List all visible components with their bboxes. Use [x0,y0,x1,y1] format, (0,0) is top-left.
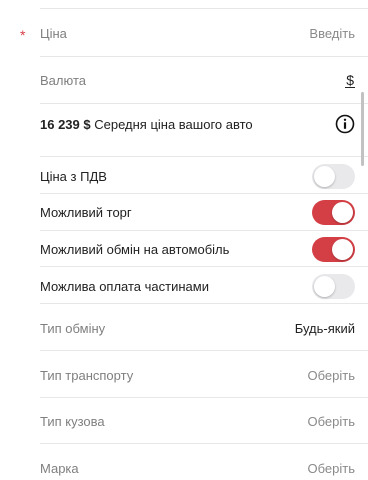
brand-row[interactable]: Марка Оберіть [40,457,355,479]
transport-type-row[interactable]: Тип транспорту Оберіть [40,364,355,386]
brand-value[interactable]: Оберіть [308,461,356,476]
brand-label: Марка [40,460,79,476]
toggle-knob [314,165,335,187]
required-asterisk: * [20,27,26,43]
price-input[interactable]: Введіть [309,26,355,41]
divider [40,266,368,267]
car-exchange-toggle[interactable] [312,236,355,262]
toggle-knob [314,275,335,297]
toggle-knob [332,238,353,260]
installments-toggle[interactable] [312,273,355,299]
average-price: 16 239 $ Середня ціна вашого авто [40,117,253,132]
divider [40,56,368,57]
divider [40,443,368,444]
divider [40,230,368,231]
installments-label: Можлива оплата частинами [40,278,209,294]
exchange-type-label: Тип обміну [40,320,106,336]
divider [40,103,368,104]
body-type-label: Тип кузова [40,413,105,429]
toggle-knob [332,201,353,223]
body-type-row[interactable]: Тип кузова Оберіть [40,410,355,432]
divider [40,397,368,398]
info-icon[interactable] [335,114,355,134]
currency-selector[interactable]: $ [345,73,355,88]
vat-label: Ціна з ПДВ [40,168,107,184]
bargain-toggle[interactable] [312,199,355,225]
exchange-type-value[interactable]: Будь-який [295,321,355,336]
average-price-row: 16 239 $ Середня ціна вашого авто [40,113,355,135]
divider [40,350,368,351]
car-exchange-row: Можливий обмін на автомобіль [40,236,355,262]
divider [40,8,368,9]
currency-label: Валюта [40,72,86,88]
average-price-amount: 16 239 $ [40,116,91,132]
vat-row: Ціна з ПДВ [40,163,355,189]
car-exchange-label: Можливий обмін на автомобіль [40,241,230,257]
transport-type-label: Тип транспорту [40,367,134,383]
installments-row: Можлива оплата частинами [40,273,355,299]
average-price-text: Середня ціна вашого авто [94,116,253,132]
divider [40,193,368,194]
divider [40,303,368,304]
bargain-label: Можливий торг [40,204,132,220]
vat-toggle[interactable] [312,163,355,189]
body-type-value[interactable]: Оберіть [308,414,356,429]
scrollbar[interactable] [361,92,364,166]
price-row[interactable]: Ціна Введіть [40,22,355,44]
divider [40,156,368,157]
currency-row[interactable]: Валюта $ [40,69,355,91]
transport-type-value[interactable]: Оберіть [308,368,356,383]
exchange-type-row[interactable]: Тип обміну Будь-який [40,317,355,339]
bargain-row: Можливий торг [40,199,355,225]
price-label: Ціна [40,25,67,41]
